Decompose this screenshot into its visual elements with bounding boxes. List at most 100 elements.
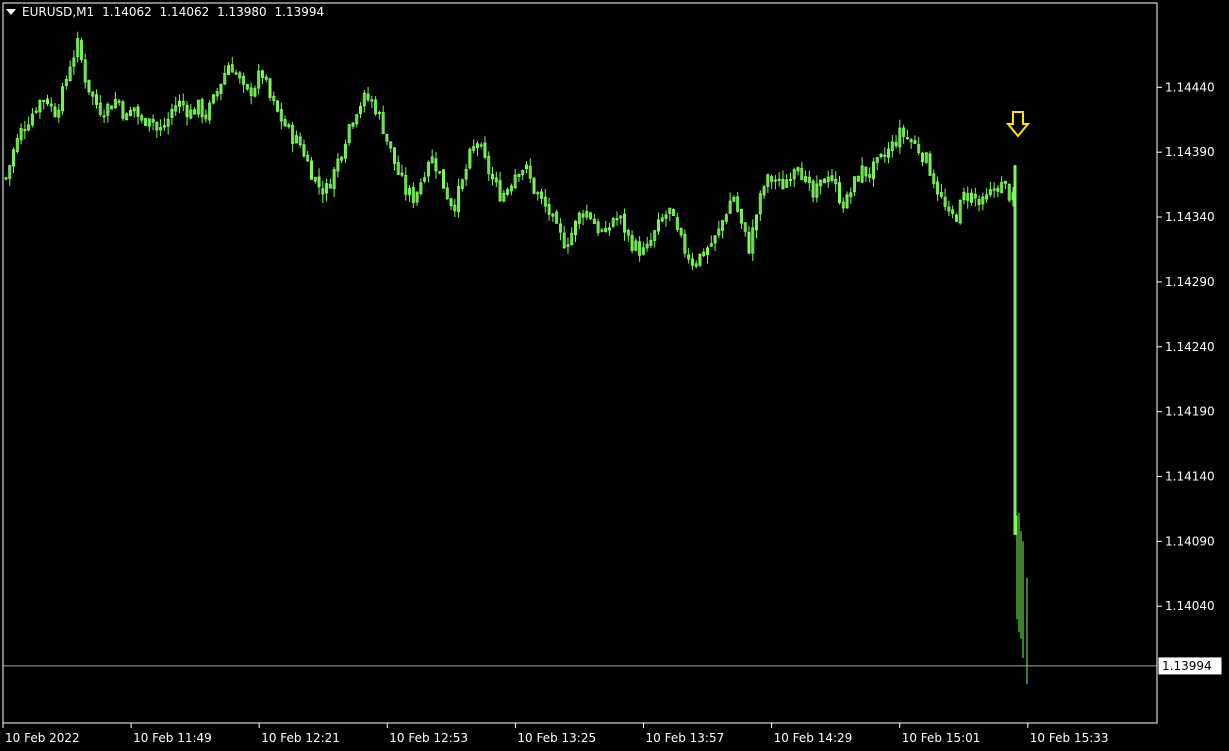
- candle: [626, 228, 630, 242]
- candle: [928, 151, 932, 176]
- candle: [472, 139, 476, 154]
- candle: [460, 178, 464, 192]
- candle: [449, 197, 453, 211]
- candle: [272, 91, 276, 106]
- candle: [302, 139, 306, 158]
- candle: [777, 172, 781, 187]
- candle: [856, 175, 860, 182]
- candle: [951, 205, 955, 219]
- y-tick-label: 1.14390: [1165, 145, 1215, 159]
- candle: [845, 191, 849, 209]
- candle: [27, 116, 31, 132]
- price-chart[interactable]: 1.14440 1.14390 1.14340 1.14290 1.14240 1.141…: [0, 0, 1229, 751]
- candle: [868, 167, 872, 183]
- candle: [223, 65, 227, 86]
- candle: [743, 222, 747, 237]
- candle: [400, 164, 404, 178]
- candle: [683, 229, 687, 258]
- candle: [736, 192, 740, 213]
- candle: [264, 74, 268, 83]
- candle: [381, 105, 385, 135]
- candle: [694, 260, 698, 269]
- candle: [822, 178, 826, 184]
- x-tick-label: 10 Feb 13:25: [517, 731, 596, 745]
- candle: [211, 94, 215, 105]
- candle: [796, 166, 800, 176]
- candle: [389, 141, 393, 153]
- candle: [227, 62, 231, 76]
- candle: [543, 189, 547, 213]
- candle: [343, 139, 347, 163]
- x-tick-label: 10 Feb 2022: [5, 731, 80, 745]
- candle: [475, 140, 479, 156]
- candle: [359, 102, 363, 119]
- candle: [68, 60, 72, 82]
- candle: [792, 167, 796, 188]
- candle: [653, 229, 657, 248]
- candle: [936, 176, 940, 201]
- candle: [890, 134, 894, 158]
- candle: [128, 106, 132, 117]
- candle: [434, 152, 438, 179]
- candle: [849, 187, 853, 205]
- candle: [374, 96, 378, 116]
- candle: [151, 114, 155, 131]
- candle: [230, 57, 234, 73]
- candle: [98, 95, 102, 117]
- candle: [988, 181, 992, 197]
- y-tick-label: 1.14040: [1165, 599, 1215, 613]
- candle: [977, 195, 981, 212]
- candle: [445, 182, 449, 200]
- candle: [871, 157, 875, 187]
- candle: [574, 220, 578, 242]
- candle: [502, 189, 506, 203]
- candle: [313, 176, 317, 184]
- candle: [441, 169, 445, 189]
- candle: [732, 195, 736, 203]
- symbol-menu-icon[interactable]: [6, 9, 16, 15]
- candle: [426, 160, 430, 183]
- candle: [113, 91, 117, 110]
- candle: [245, 83, 249, 91]
- candle: [758, 190, 762, 221]
- candle: [147, 118, 151, 132]
- candle: [140, 113, 144, 124]
- candle: [917, 136, 921, 156]
- candle: [664, 210, 668, 227]
- candle: [208, 100, 212, 124]
- candle: [336, 152, 340, 178]
- candle: [634, 238, 638, 252]
- candle: [479, 142, 483, 149]
- candle: [491, 167, 495, 186]
- candle: [396, 155, 400, 176]
- x-tick-label: 10 Feb 15:33: [1030, 731, 1109, 745]
- candle: [958, 199, 962, 225]
- candle: [687, 247, 691, 264]
- candle: [985, 187, 989, 203]
- candle: [547, 197, 551, 221]
- candle: [766, 173, 770, 194]
- x-tick-label: 10 Feb 12:53: [389, 731, 468, 745]
- candle: [668, 207, 672, 221]
- candle: [438, 171, 442, 175]
- candle: [309, 156, 313, 180]
- candle: [189, 103, 193, 120]
- candle: [57, 103, 61, 123]
- chart-window[interactable]: 1.14440 1.14390 1.14340 1.14290 1.14240 1.141…: [0, 0, 1229, 751]
- candle: [902, 124, 906, 144]
- candle: [954, 213, 958, 222]
- candle: [570, 227, 574, 246]
- candle: [536, 190, 540, 201]
- candle: [1000, 175, 1004, 194]
- candle: [155, 121, 159, 139]
- candle: [72, 50, 76, 75]
- candle: [204, 109, 208, 123]
- candle: [939, 183, 943, 199]
- x-tick-label: 10 Feb 12:21: [261, 731, 340, 745]
- candle: [268, 77, 272, 101]
- candle: [604, 221, 608, 233]
- candle: [200, 97, 204, 124]
- candle: [875, 157, 879, 171]
- candle: [555, 209, 559, 224]
- y-tick-label: 1.14090: [1165, 534, 1215, 548]
